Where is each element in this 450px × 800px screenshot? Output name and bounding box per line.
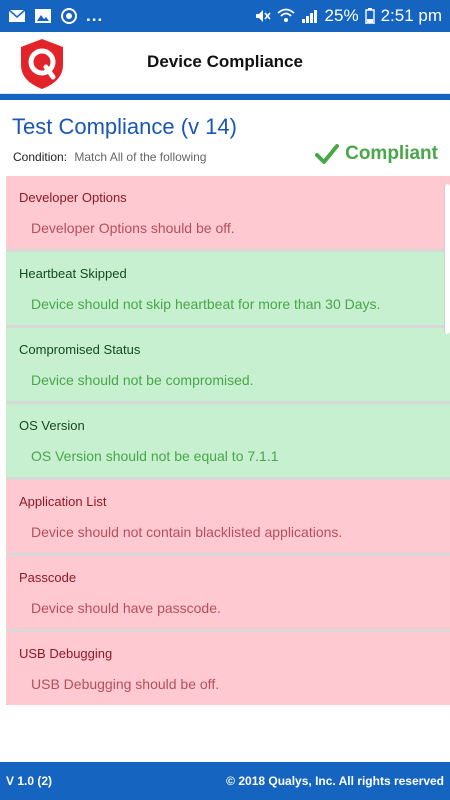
notification-overflow: ... bbox=[86, 6, 104, 25]
list-scrollbar[interactable] bbox=[444, 184, 450, 334]
signal-icon bbox=[301, 10, 317, 23]
rule-description: Device should not contain blacklisted ap… bbox=[31, 524, 343, 540]
mail-icon bbox=[8, 9, 26, 22]
header-divider bbox=[0, 94, 450, 100]
condition-label: Condition: bbox=[13, 150, 68, 164]
compliance-status-badge: Compliant bbox=[315, 143, 438, 165]
copyright-notice: © 2018 Qualys, Inc. All rights reserved bbox=[226, 774, 444, 788]
list-item[interactable]: OS Version OS Version should not be equa… bbox=[6, 404, 450, 477]
condition-value: Match All of the following bbox=[74, 150, 207, 164]
rule-title: Application List bbox=[19, 494, 107, 509]
list-item[interactable]: Compromised Status Device should not be … bbox=[6, 328, 450, 401]
battery-icon bbox=[364, 8, 375, 24]
wifi-icon bbox=[276, 8, 295, 22]
status-left: ... bbox=[8, 6, 103, 26]
rule-title: OS Version bbox=[19, 418, 85, 433]
rule-title: Compromised Status bbox=[19, 342, 141, 357]
list-item[interactable]: Application List Device should not conta… bbox=[6, 480, 450, 553]
status-bar: ... 25% 2:51 pm bbox=[0, 0, 450, 32]
compliance-rule-list[interactable]: Developer Options Developer Options shou… bbox=[6, 176, 450, 705]
rule-description: OS Version should not be equal to 7.1.1 bbox=[31, 448, 279, 464]
rule-title: Passcode bbox=[19, 570, 77, 585]
list-item[interactable]: USB Debugging USB Debugging should be of… bbox=[6, 632, 450, 705]
condition-row: Condition: Match All of the following bbox=[13, 150, 206, 164]
battery-percent: 25% bbox=[324, 6, 359, 25]
rule-description: Developer Options should be off. bbox=[31, 220, 235, 236]
checkmark-icon bbox=[315, 144, 340, 164]
clock: 2:51 pm bbox=[380, 6, 442, 25]
page-title: Device Compliance bbox=[147, 52, 303, 71]
list-item[interactable]: Passcode Device should have passcode. bbox=[6, 556, 450, 629]
rule-title: Developer Options bbox=[19, 190, 127, 205]
app-version: V 1.0 (2) bbox=[6, 774, 53, 788]
sync-icon bbox=[61, 8, 77, 24]
app-footer: V 1.0 (2) © 2018 Qualys, Inc. All rights… bbox=[0, 762, 450, 800]
rule-description: USB Debugging should be off. bbox=[31, 676, 220, 692]
rule-description: Device should not be compromised. bbox=[31, 372, 254, 388]
image-icon bbox=[35, 9, 51, 23]
app-header: Device Compliance bbox=[0, 32, 450, 94]
list-item[interactable]: Heartbeat Skipped Device should not skip… bbox=[6, 252, 450, 325]
list-item[interactable]: Developer Options Developer Options shou… bbox=[6, 176, 450, 249]
status-right: 25% 2:51 pm bbox=[253, 6, 442, 26]
rule-title: Heartbeat Skipped bbox=[19, 266, 127, 281]
rule-description: Device should have passcode. bbox=[31, 600, 221, 616]
rule-description: Device should not skip heartbeat for mor… bbox=[31, 296, 381, 312]
compliance-status-text: Compliant bbox=[345, 143, 438, 164]
rule-title: USB Debugging bbox=[19, 646, 113, 661]
policy-title: Test Compliance (v 14) bbox=[12, 114, 237, 139]
mute-icon bbox=[255, 10, 271, 22]
